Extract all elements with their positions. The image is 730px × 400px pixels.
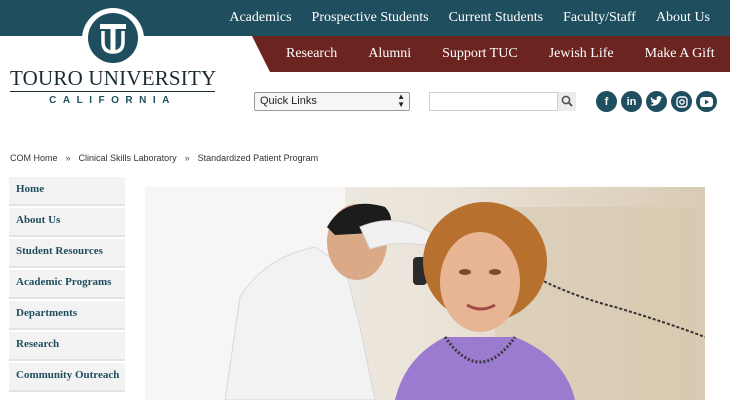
logo-divider — [10, 91, 215, 92]
youtube-icon[interactable] — [696, 91, 717, 112]
top-nav: Academics Prospective Students Current S… — [229, 0, 730, 36]
social-links: f in — [596, 91, 721, 112]
nav-support-tuc[interactable]: Support TUC — [442, 46, 518, 62]
nav-alumni[interactable]: Alumni — [368, 46, 411, 62]
secondary-nav: Research Alumni Support TUC Jewish Life … — [286, 36, 715, 72]
hero-photo — [145, 187, 705, 400]
breadcrumb-current: Standardized Patient Program — [197, 153, 319, 163]
breadcrumb-item[interactable]: COM Home — [10, 153, 58, 163]
breadcrumb-item[interactable]: Clinical Skills Laboratory — [79, 153, 177, 163]
nav-jewish-life[interactable]: Jewish Life — [549, 46, 614, 62]
nav-about-us[interactable]: About Us — [656, 10, 710, 26]
quick-links-select[interactable]: Quick Links ▲ ▼ — [254, 92, 410, 111]
select-arrows-icon: ▲ ▼ — [397, 92, 405, 109]
nav-academics[interactable]: Academics — [229, 10, 291, 26]
linkedin-icon[interactable]: in — [621, 91, 642, 112]
side-menu-academic-programs[interactable]: Academic Programs — [9, 270, 125, 299]
twitter-icon[interactable] — [646, 91, 667, 112]
side-menu: Home About Us Student Resources Academic… — [9, 177, 125, 394]
side-menu-student-resources[interactable]: Student Resources — [9, 239, 125, 268]
search-input[interactable] — [429, 92, 576, 111]
breadcrumb-separator: » — [65, 153, 71, 163]
nav-research[interactable]: Research — [286, 46, 337, 62]
search-button[interactable] — [557, 92, 576, 111]
breadcrumb: COM Home » Clinical Skills Laboratory » Stan… — [10, 153, 318, 163]
logo-emblem-icon — [88, 13, 138, 63]
side-menu-about-us[interactable]: About Us — [9, 208, 125, 237]
nav-make-a-gift[interactable]: Make A Gift — [645, 46, 715, 62]
side-menu-community-outreach[interactable]: Community Outreach — [9, 363, 125, 392]
nav-faculty-staff[interactable]: Faculty/Staff — [563, 10, 636, 26]
nav-prospective-students[interactable]: Prospective Students — [312, 10, 429, 26]
facebook-icon[interactable]: f — [596, 91, 617, 112]
side-menu-departments[interactable]: Departments — [9, 301, 125, 330]
instagram-icon[interactable] — [671, 91, 692, 112]
search-icon — [561, 95, 573, 107]
side-menu-home[interactable]: Home — [9, 177, 125, 206]
breadcrumb-separator: » — [184, 153, 190, 163]
side-menu-research[interactable]: Research — [9, 332, 125, 361]
quick-links-value: Quick Links — [260, 95, 317, 107]
nav-current-students[interactable]: Current Students — [449, 10, 544, 26]
logo-wordmark: TOURO UNIVERSITY — [10, 66, 217, 90]
logo-subtitle: CALIFORNIA — [49, 95, 176, 106]
